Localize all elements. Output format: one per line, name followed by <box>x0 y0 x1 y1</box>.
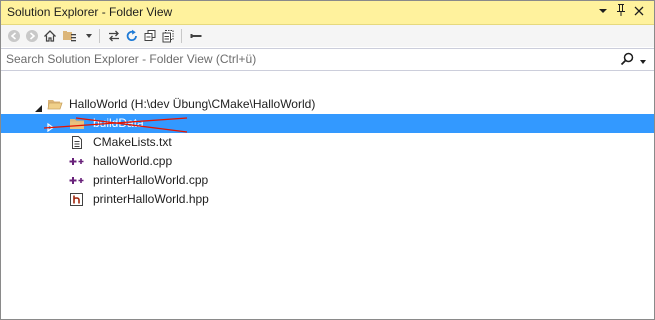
search-icon <box>620 52 634 66</box>
toolbar-separator <box>99 29 100 43</box>
window-title: Solution Explorer - Folder View <box>7 5 173 19</box>
chevron-down-icon <box>599 9 607 13</box>
back-icon <box>8 30 20 42</box>
collapse-all-icon <box>144 30 156 41</box>
tree-item-label: printerHalloWorld.cpp <box>93 173 209 187</box>
expanded-triangle-icon <box>35 105 42 112</box>
window-menu-dropdown-button[interactable] <box>595 3 611 21</box>
cpp-file-icon <box>69 173 85 188</box>
tree-root-label: HalloWorld (H:\dev Übung\CMake\HalloWorl… <box>69 97 316 111</box>
chevron-down-icon <box>86 34 92 38</box>
toolbar <box>1 25 654 47</box>
chevron-down-icon <box>640 60 646 64</box>
pin-button[interactable] <box>613 3 629 21</box>
close-button[interactable] <box>631 3 647 21</box>
tree-item-builddata[interactable]: buildData <box>1 114 654 133</box>
open-folder-icon <box>47 97 63 112</box>
sync-icon <box>109 30 119 42</box>
text-file-icon <box>70 135 86 150</box>
collapse-all-button[interactable] <box>141 27 159 45</box>
back-button[interactable] <box>5 27 23 45</box>
forward-icon <box>26 30 38 42</box>
sync-with-active-document-button[interactable] <box>105 27 123 45</box>
properties-icon <box>190 34 202 38</box>
header-file-icon <box>69 192 85 207</box>
strike-through-annotation <box>43 117 188 133</box>
tree-item-halloworld-cpp[interactable]: halloWorld.cpp <box>1 152 654 171</box>
show-all-files-icon <box>162 30 174 43</box>
refresh-icon <box>126 29 137 42</box>
close-icon <box>634 6 644 16</box>
properties-button[interactable] <box>187 27 205 45</box>
tree-item-label: CMakeLists.txt <box>93 135 172 149</box>
title-bar: Solution Explorer - Folder View <box>1 1 654 25</box>
home-icon <box>44 30 56 42</box>
switch-views-icon <box>63 31 76 42</box>
search-button[interactable] <box>619 51 637 67</box>
cpp-file-icon <box>69 154 85 169</box>
tree-item-printerhalloworld-cpp[interactable]: printerHalloWorld.cpp <box>1 171 654 190</box>
tree-item-label: halloWorld.cpp <box>93 154 173 168</box>
switch-views-button[interactable] <box>61 27 83 45</box>
forward-button[interactable] <box>23 27 41 45</box>
tree-item-printerhalloworld-hpp[interactable]: printerHalloWorld.hpp <box>1 190 654 209</box>
tree-item-label: printerHalloWorld.hpp <box>93 192 209 206</box>
show-all-files-button[interactable] <box>159 27 177 45</box>
tree-root-row[interactable]: HalloWorld (H:\dev Übung\CMake\HalloWorl… <box>1 95 654 114</box>
switch-views-dropdown[interactable] <box>83 27 95 45</box>
solution-explorer-window: Solution Explorer - Folder View Search S… <box>0 0 655 320</box>
tree-item-cmakelists[interactable]: CMakeLists.txt <box>1 133 654 152</box>
search-options-dropdown[interactable] <box>639 55 647 64</box>
search-input[interactable] <box>6 50 596 68</box>
search-bar <box>1 48 654 71</box>
toolbar-separator <box>181 29 182 43</box>
refresh-button[interactable] <box>123 27 141 45</box>
expand-collapse-toggle[interactable] <box>34 100 43 112</box>
home-button[interactable] <box>41 27 59 45</box>
pin-icon <box>617 4 625 16</box>
